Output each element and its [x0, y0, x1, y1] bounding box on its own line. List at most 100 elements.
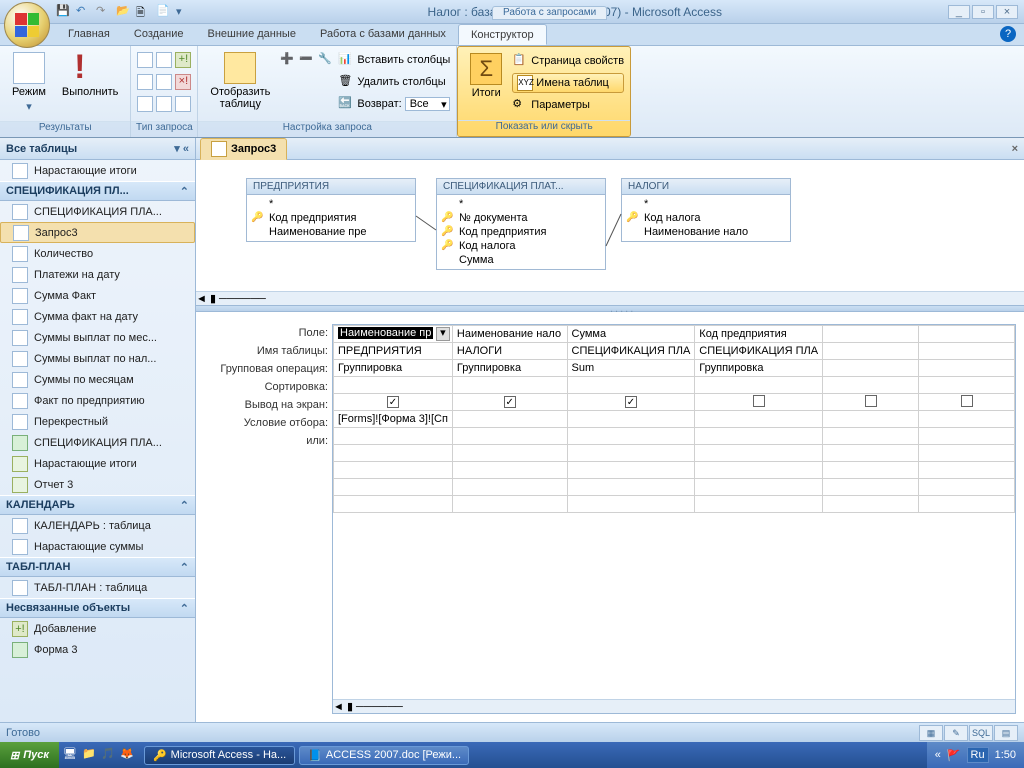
show-table-button[interactable]: Отобразить таблицу — [204, 50, 276, 112]
nav-item-selected[interactable]: Запрос3 — [0, 222, 195, 243]
table-box-spec[interactable]: СПЕЦИФИКАЦИЯ ПЛАТ... * № документа Код п… — [436, 178, 606, 270]
open-icon[interactable]: 📂 — [116, 4, 132, 20]
table-box-taxes[interactable]: НАЛОГИ * Код налога Наименование нало — [621, 178, 791, 242]
nav-item[interactable]: Суммы выплат по нал... — [0, 348, 195, 369]
print-icon[interactable]: 🗎 — [136, 4, 152, 20]
show-checkbox[interactable] — [865, 395, 877, 407]
passthrough-icon[interactable] — [156, 96, 172, 112]
nav-group[interactable]: СПЕЦИФИКАЦИЯ ПЛ...⌃ — [0, 181, 195, 201]
totals-button[interactable]: Σ Итоги — [464, 51, 508, 101]
language-indicator[interactable]: Ru — [967, 747, 989, 763]
update-icon[interactable] — [137, 74, 153, 90]
nav-item[interactable]: Суммы выплат по мес... — [0, 327, 195, 348]
doc-tab-query3[interactable]: Запрос3 — [200, 138, 287, 160]
splitter[interactable] — [196, 306, 1024, 312]
office-button[interactable] — [4, 2, 50, 48]
save-icon[interactable]: 💾 — [56, 4, 72, 20]
totalcmd-icon[interactable]: 📁 — [82, 747, 98, 763]
nav-group[interactable]: Несвязанные объекты⌃ — [0, 598, 195, 618]
view-datasheet-icon[interactable]: ▦ — [919, 725, 943, 741]
nav-item[interactable]: Нарастающие итоги — [0, 453, 195, 474]
minimize-button[interactable]: _ — [948, 5, 970, 19]
qat-dropdown-icon[interactable]: ▾ — [176, 5, 182, 18]
nav-item[interactable]: Сумма факт на дату — [0, 306, 195, 327]
tray-flag-icon[interactable]: 🚩 — [947, 749, 961, 762]
view-sql-icon[interactable]: SQL — [969, 725, 993, 741]
show-checkbox[interactable] — [625, 396, 637, 408]
tab-external[interactable]: Внешние данные — [196, 24, 308, 45]
nav-item[interactable]: Форма 3 — [0, 639, 195, 660]
firefox-icon[interactable]: 🦊 — [120, 747, 136, 763]
delete-rows-icon[interactable]: ➖ — [299, 52, 315, 68]
grid-scrollbar[interactable]: ◄ ▮ ────── — [333, 699, 1015, 713]
group-results: Результаты — [0, 121, 130, 137]
redo-icon[interactable]: ↷ — [96, 4, 112, 20]
builder-icon[interactable]: 🔧 — [318, 52, 334, 68]
undo-icon[interactable]: ↶ — [76, 4, 92, 20]
nav-item[interactable]: +!Добавление — [0, 618, 195, 639]
start-button[interactable]: ⊞Пуск — [0, 742, 59, 768]
delete-columns-button[interactable]: 🗑Удалить столбцы — [338, 72, 450, 92]
query-relationship-pane[interactable]: ПРЕДПРИЯТИЯ * Код предприятия Наименован… — [196, 160, 1024, 306]
nav-item[interactable]: СПЕЦИФИКАЦИЯ ПЛА... — [0, 432, 195, 453]
crosstab-icon[interactable] — [156, 74, 172, 90]
maketable-icon[interactable] — [156, 52, 172, 68]
show-checkbox[interactable] — [387, 396, 399, 408]
taskbar-task-access[interactable]: 🔑Microsoft Access - На... — [144, 746, 295, 765]
close-tab-icon[interactable]: × — [1012, 143, 1018, 155]
clock[interactable]: 1:50 — [995, 749, 1016, 761]
append-icon[interactable]: +! — [175, 52, 191, 68]
new-icon[interactable]: 📄 — [156, 4, 172, 20]
view-button[interactable]: Режим▾ — [6, 50, 52, 115]
tab-dbtools[interactable]: Работа с базами данных — [308, 24, 458, 45]
nav-item[interactable]: Нарастающие суммы — [0, 536, 195, 557]
nav-item[interactable]: Сумма Факт — [0, 285, 195, 306]
view-design-icon[interactable]: ✎ — [944, 725, 968, 741]
show-checkbox[interactable] — [753, 395, 765, 407]
nav-item[interactable]: Факт по предприятию — [0, 390, 195, 411]
desktop-icon[interactable]: 🖥 — [63, 747, 79, 763]
parameters-button[interactable]: ⚙Параметры — [512, 95, 624, 115]
tab-create[interactable]: Создание — [122, 24, 196, 45]
winamp-icon[interactable]: 🎵 — [101, 747, 117, 763]
nav-item[interactable]: Отчет 3 — [0, 474, 195, 495]
navigation-pane: Все таблицы▾ « Нарастающие итоги СПЕЦИФИ… — [0, 138, 196, 722]
property-sheet-button[interactable]: 📋Страница свойств — [512, 51, 624, 71]
query-icon — [12, 309, 28, 325]
nav-item[interactable]: Количество — [0, 243, 195, 264]
nav-group[interactable]: КАЛЕНДАРЬ⌃ — [0, 495, 195, 515]
table-names-button[interactable]: XYZИмена таблиц — [512, 73, 624, 93]
insert-rows-icon[interactable]: ➕ — [280, 52, 296, 68]
close-button[interactable]: × — [996, 5, 1018, 19]
nav-group[interactable]: ТАБЛ-ПЛАН⌃ — [0, 557, 195, 577]
select-icon[interactable] — [137, 52, 153, 68]
show-checkbox[interactable] — [504, 396, 516, 408]
help-icon[interactable]: ? — [1000, 26, 1016, 42]
nav-item[interactable]: Нарастающие итоги — [0, 160, 195, 181]
run-button[interactable]: ! Выполнить — [56, 50, 124, 100]
return-combo[interactable]: Все▾ — [405, 97, 450, 111]
union-icon[interactable] — [137, 96, 153, 112]
view-pivot-icon[interactable]: ▤ — [994, 725, 1018, 741]
show-checkbox[interactable] — [961, 395, 973, 407]
insert-columns-button[interactable]: 📊Вставить столбцы — [338, 50, 450, 70]
tray-chevron-icon[interactable]: « — [935, 749, 941, 761]
query-design-grid[interactable]: Наименование пр▾ Наименование налоСуммаК… — [332, 324, 1016, 714]
tab-home[interactable]: Главная — [56, 24, 122, 45]
delete-icon[interactable]: ×! — [175, 74, 191, 90]
query-icon — [12, 414, 28, 430]
tab-design[interactable]: Конструктор — [458, 24, 547, 45]
nav-item[interactable]: Перекрестный — [0, 411, 195, 432]
form-icon — [12, 435, 28, 451]
restore-button[interactable]: ▫ — [972, 5, 994, 19]
nav-item[interactable]: ТАБЛ-ПЛАН : таблица — [0, 577, 195, 598]
datadef-icon[interactable] — [175, 96, 191, 112]
nav-item[interactable]: Суммы по месяцам — [0, 369, 195, 390]
dropdown-icon[interactable]: ▾ — [436, 327, 450, 341]
nav-item[interactable]: СПЕЦИФИКАЦИЯ ПЛА... — [0, 201, 195, 222]
nav-header[interactable]: Все таблицы▾ « — [0, 138, 195, 160]
taskbar-task-word[interactable]: 📘ACCESS 2007.doc [Режи... — [299, 746, 469, 765]
nav-item[interactable]: Платежи на дату — [0, 264, 195, 285]
table-box-enterprises[interactable]: ПРЕДПРИЯТИЯ * Код предприятия Наименован… — [246, 178, 416, 242]
nav-item[interactable]: КАЛЕНДАРЬ : таблица — [0, 515, 195, 536]
